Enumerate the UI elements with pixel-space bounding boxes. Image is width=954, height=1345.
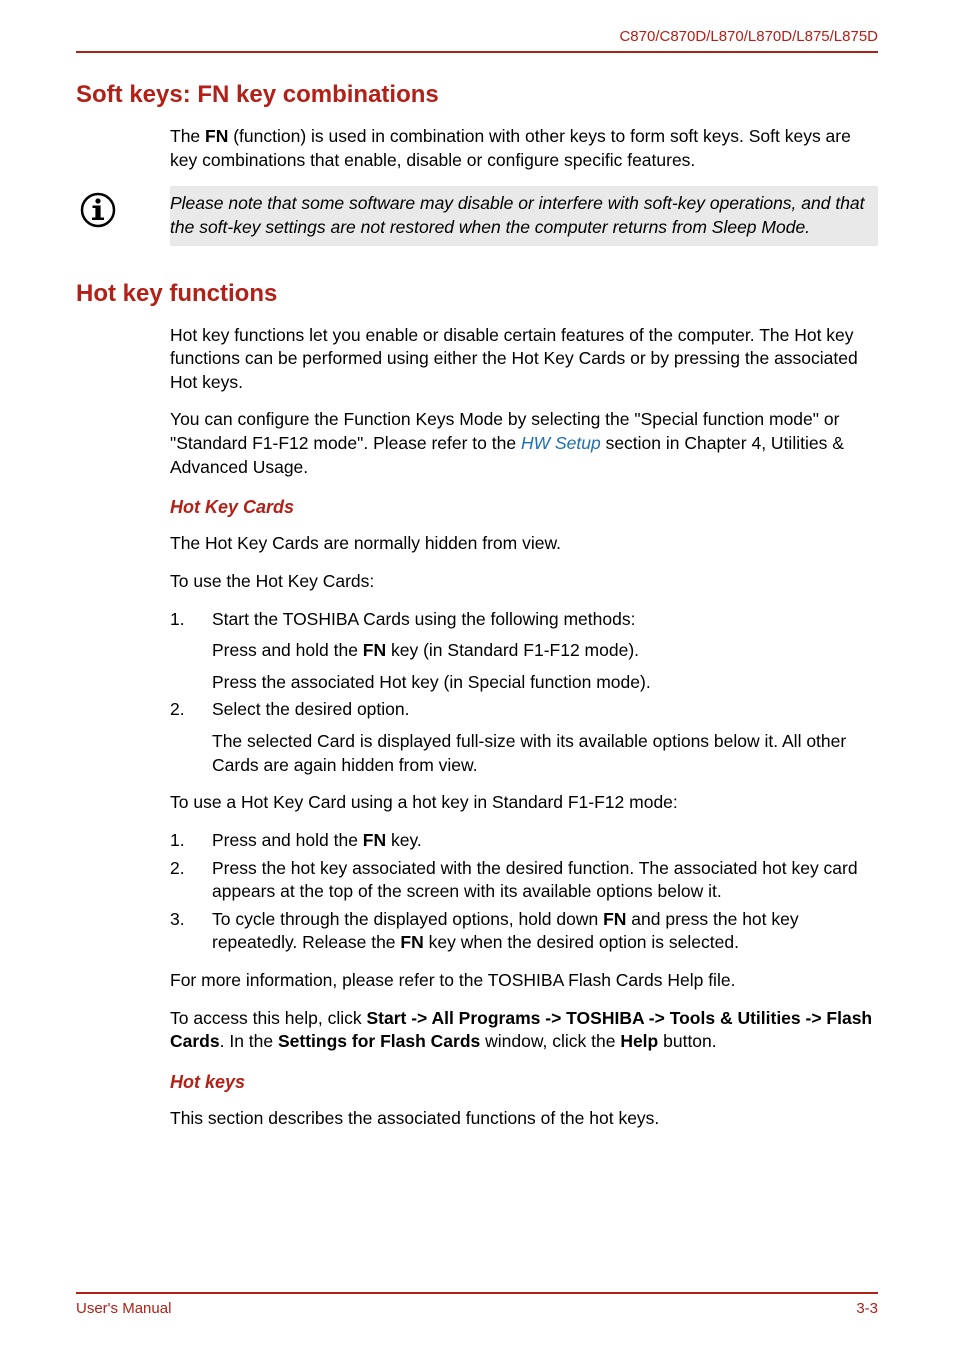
list-item: 1. Press and hold the FN key.	[170, 829, 878, 853]
list-number: 1.	[170, 829, 212, 853]
text: key.	[386, 830, 422, 850]
text: To access this help, click	[170, 1008, 366, 1028]
fn-bold: FN	[603, 909, 626, 929]
list-item: 1. Start the TOSHIBA Cards using the fol…	[170, 608, 878, 695]
text: To cycle through the displayed options, …	[212, 909, 603, 929]
hkc-p2: To use the Hot Key Cards:	[170, 570, 878, 594]
list-number: 2.	[170, 857, 212, 904]
text: key (in Standard F1-F12 mode).	[386, 640, 639, 660]
fn-bold: FN	[205, 126, 228, 146]
note-text: Please note that some software may disab…	[170, 186, 878, 245]
list-number: 1.	[170, 608, 212, 695]
heading-hot-keys: Hot keys	[170, 1072, 878, 1093]
text: Start the TOSHIBA Cards using the follow…	[212, 608, 878, 632]
fn-bold: FN	[363, 830, 386, 850]
window-name: Settings for Flash Cards	[278, 1031, 480, 1051]
text: Select the desired option.	[212, 698, 878, 722]
heading-hot-key-functions: Hot key functions	[76, 280, 878, 308]
hkc-list2: 1. Press and hold the FN key. 2. Press t…	[170, 829, 878, 955]
text: Press and hold the FN key (in Standard F…	[212, 639, 878, 663]
text: Press and hold the FN key.	[212, 829, 878, 853]
footer-left: User's Manual	[76, 1300, 171, 1317]
footer: User's Manual 3-3	[76, 1292, 878, 1317]
list-number: 2.	[170, 698, 212, 777]
text: . In the	[220, 1031, 278, 1051]
text: Press and hold the	[212, 830, 363, 850]
list-item: 2. Press the hot key associated with the…	[170, 857, 878, 904]
hkc-p3: To use a Hot Key Card using a hot key in…	[170, 791, 878, 815]
hotkeys-p1: This section describes the associated fu…	[170, 1107, 878, 1131]
heading-hot-key-cards: Hot Key Cards	[170, 497, 878, 518]
info-icon	[80, 192, 116, 228]
text: window, click the	[480, 1031, 620, 1051]
text: (function) is used in combination with o…	[170, 126, 851, 170]
text: Press and hold the	[212, 640, 363, 660]
fn-bold: FN	[363, 640, 386, 660]
info-icon-cell	[76, 186, 170, 228]
text: Press the hot key associated with the de…	[212, 857, 878, 904]
fn-bold: FN	[400, 932, 423, 952]
list-item: 3. To cycle through the displayed option…	[170, 908, 878, 955]
text: To cycle through the displayed options, …	[212, 908, 878, 955]
text: Press the associated Hot key (in Special…	[212, 671, 878, 695]
hkc-p5: To access this help, click Start -> All …	[170, 1007, 878, 1054]
hw-setup-link[interactable]: HW Setup	[521, 433, 601, 453]
hotkey-p2: You can configure the Function Keys Mode…	[170, 408, 878, 479]
hkc-p4: For more information, please refer to th…	[170, 969, 878, 993]
text: key when the desired option is selected.	[424, 932, 739, 952]
footer-page-number: 3-3	[856, 1300, 878, 1317]
heading-soft-keys: Soft keys: FN key combinations	[76, 81, 878, 109]
hkc-list1: 1. Start the TOSHIBA Cards using the fol…	[170, 608, 878, 778]
text: button.	[658, 1031, 716, 1051]
hotkey-p1: Hot key functions let you enable or disa…	[170, 324, 878, 395]
text: The selected Card is displayed full-size…	[212, 730, 878, 777]
list-item: 2. Select the desired option. The select…	[170, 698, 878, 777]
header-model-line: C870/C870D/L870/L870D/L875/L875D	[76, 28, 878, 53]
help-button-label: Help	[620, 1031, 658, 1051]
text: The	[170, 126, 205, 146]
hkc-p1: The Hot Key Cards are normally hidden fr…	[170, 532, 878, 556]
note-callout: Please note that some software may disab…	[76, 186, 878, 245]
list-number: 3.	[170, 908, 212, 955]
softkeys-paragraph: The FN (function) is used in combination…	[170, 125, 878, 172]
